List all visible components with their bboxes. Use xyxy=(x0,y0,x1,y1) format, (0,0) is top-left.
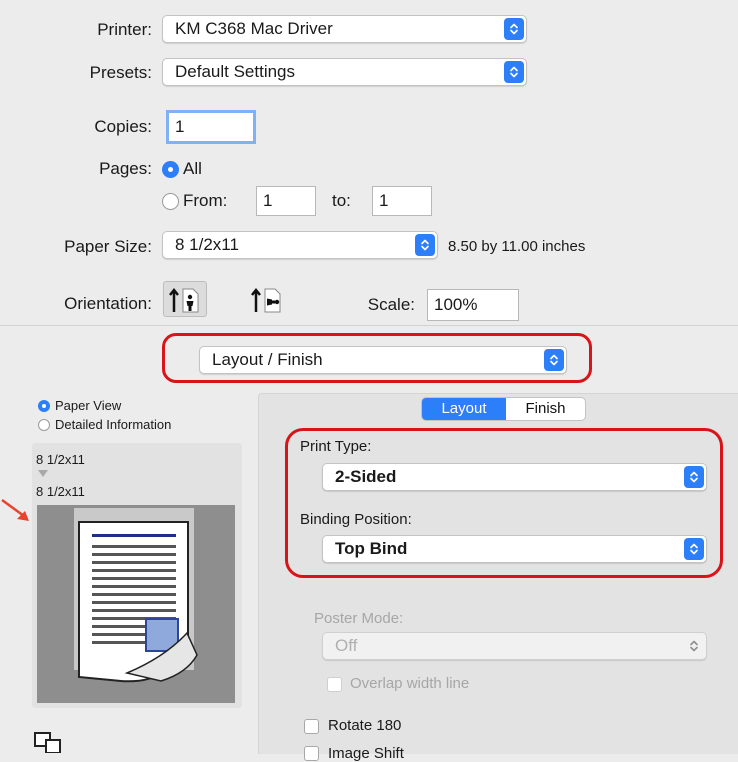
orientation-landscape-button[interactable] xyxy=(246,281,290,317)
binding-position-label: Binding Position: xyxy=(300,511,412,528)
chevron-updown-icon xyxy=(684,466,704,488)
paper-preview xyxy=(37,505,235,703)
print-type-popup[interactable]: 2-Sided xyxy=(322,463,707,491)
annotation-arrow-icon xyxy=(1,498,29,521)
paper-size-label: Paper Size: xyxy=(64,237,152,256)
printer-popup[interactable]: KM C368 Mac Driver xyxy=(162,15,527,43)
pages-all-radio[interactable] xyxy=(162,161,179,178)
paper-view-radio[interactable] xyxy=(38,400,50,412)
print-type-value: 2-Sided xyxy=(335,467,397,486)
printer-label: Printer: xyxy=(97,20,152,39)
pages-from-field[interactable]: 1 xyxy=(256,186,316,216)
poster-mode-label: Poster Mode: xyxy=(314,610,404,627)
rotate-180-checkbox[interactable] xyxy=(304,719,319,734)
chevron-updown-icon xyxy=(544,349,564,371)
chevron-updown-icon xyxy=(415,234,435,256)
chevron-updown-icon xyxy=(504,18,524,40)
portrait-orientation-icon xyxy=(169,287,199,313)
image-shift-checkbox[interactable] xyxy=(304,746,319,761)
paper-size-description: 8.50 by 11.00 inches xyxy=(448,238,586,255)
down-arrow-icon xyxy=(38,470,48,477)
paper-view-label: Paper View xyxy=(55,398,122,413)
paper-size-popup[interactable]: 8 1/2x11 xyxy=(162,231,438,259)
section-divider xyxy=(0,325,738,326)
multi-page-icon xyxy=(34,732,61,753)
tab-finish[interactable]: Finish xyxy=(506,398,585,420)
orientation-portrait-button[interactable] xyxy=(163,281,207,317)
rotate-180-label: Rotate 180 xyxy=(328,717,402,734)
pages-from-radio[interactable] xyxy=(162,193,179,210)
scale-field[interactable]: 100% xyxy=(427,289,519,321)
presets-value: Default Settings xyxy=(175,62,296,81)
orientation-label: Orientation: xyxy=(64,294,152,313)
presets-popup[interactable]: Default Settings xyxy=(162,58,527,86)
print-type-label: Print Type: xyxy=(300,438,372,455)
chevron-updown-icon xyxy=(684,538,704,560)
scale-label: Scale: xyxy=(367,295,415,314)
paper-size-value: 8 1/2x11 xyxy=(175,235,239,254)
binding-position-popup[interactable]: Top Bind xyxy=(322,535,707,563)
overlap-width-label: Overlap width line xyxy=(350,675,470,692)
pages-all-label: All xyxy=(183,159,202,178)
pages-from-label: From: xyxy=(183,191,228,210)
detailed-information-label: Detailed Information xyxy=(55,417,172,432)
image-shift-label: Image Shift xyxy=(328,745,404,762)
printer-value: KM C368 Mac Driver xyxy=(175,19,333,38)
section-popup-value: Layout / Finish xyxy=(212,350,323,369)
chevron-updown-icon xyxy=(504,61,524,83)
detailed-information-radio[interactable] xyxy=(38,419,50,431)
pages-label: Pages: xyxy=(99,159,152,178)
poster-mode-popup[interactable]: Off xyxy=(322,632,707,660)
pages-to-field[interactable]: 1 xyxy=(372,186,432,216)
tab-layout[interactable]: Layout xyxy=(422,398,506,420)
poster-mode-value: Off xyxy=(335,636,358,655)
copies-label: Copies: xyxy=(94,117,152,136)
presets-label: Presets: xyxy=(89,63,152,82)
pages-to-label: to: xyxy=(332,191,351,210)
overlap-width-checkbox[interactable] xyxy=(327,677,342,692)
section-popup[interactable]: Layout / Finish xyxy=(199,346,567,374)
chevron-updown-icon xyxy=(684,635,704,657)
binding-position-value: Top Bind xyxy=(335,539,408,558)
landscape-orientation-icon xyxy=(251,287,281,313)
source-paper-size: 8 1/2x11 xyxy=(36,452,85,467)
copies-field[interactable]: 1 xyxy=(166,110,256,144)
tab-bar: Layout Finish xyxy=(421,397,586,421)
output-paper-size: 8 1/2x11 xyxy=(36,484,85,499)
page-preview-icon xyxy=(74,508,198,683)
